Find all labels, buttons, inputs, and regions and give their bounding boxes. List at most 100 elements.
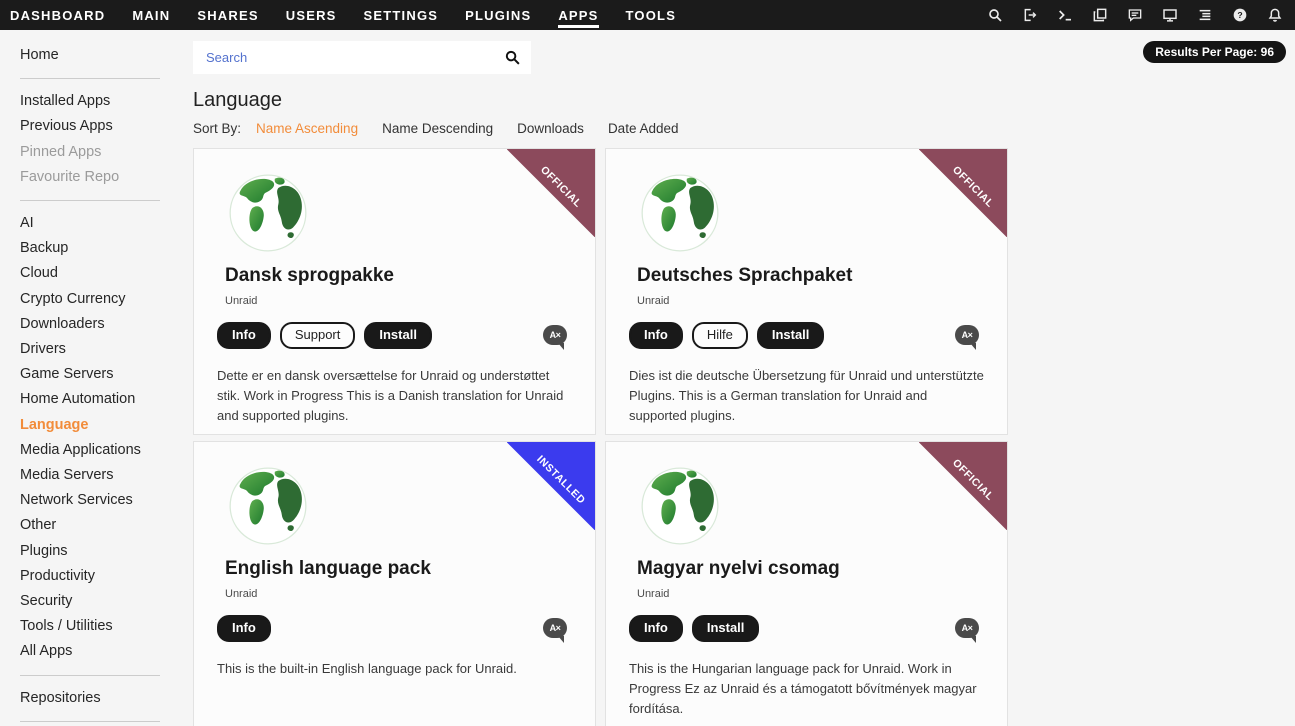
app-title: Dansk sprogpakke [225, 265, 571, 287]
sidebar-item-installed-apps[interactable]: Installed Apps [20, 89, 180, 114]
app-card: OFFICIAL Deutsches Sprachpaket Unraid Info H… [605, 148, 1008, 435]
sidebar-item-all-apps[interactable]: All Apps [20, 639, 180, 664]
monitor-icon[interactable] [1162, 7, 1178, 23]
app-actions: Info Hilfe Install A× [629, 322, 983, 349]
sidebar-item-other[interactable]: Other [20, 513, 180, 538]
nav-item-main[interactable]: MAIN [132, 0, 170, 30]
app-actions: Info Support Install A× [217, 322, 571, 349]
sort-name-descending[interactable]: Name Descending [382, 121, 493, 136]
sort-name-ascending[interactable]: Name Ascending [256, 121, 358, 136]
app-description: Dette er en dansk oversættelse for Unrai… [217, 366, 575, 426]
sidebar-divider [20, 721, 160, 722]
sidebar-item-backup[interactable]: Backup [20, 236, 180, 261]
app-author: Unraid [637, 588, 983, 600]
install-button[interactable]: Install [364, 322, 432, 349]
info-button[interactable]: Info [217, 322, 271, 349]
sort-by-label: Sort By: [193, 121, 241, 136]
app-title: Magyar nyelvi csomag [637, 558, 983, 580]
notifications-icon[interactable] [1267, 7, 1283, 23]
search-icon[interactable] [504, 49, 521, 66]
ribbon-label: OFFICIAL [925, 148, 1008, 235]
ribbon-label: OFFICIAL [925, 441, 1008, 528]
globe-icon[interactable] [225, 170, 311, 256]
nav-item-tools[interactable]: TOOLS [626, 0, 677, 30]
nav-item-plugins[interactable]: PLUGINS [465, 0, 531, 30]
sign-out-icon[interactable] [1022, 7, 1038, 23]
help-icon[interactable]: ? [1232, 7, 1248, 23]
sidebar-item-ai[interactable]: AI [20, 211, 180, 236]
ribbon-official: OFFICIAL [919, 149, 1007, 237]
sidebar-item-game-servers[interactable]: Game Servers [20, 362, 180, 387]
app-author: Unraid [225, 295, 571, 307]
sort-bar: Sort By: Name Ascending Name Descending Do… [193, 121, 1295, 136]
sidebar-item-language[interactable]: Language [20, 413, 180, 438]
hilfe-button[interactable]: Hilfe [692, 322, 748, 349]
sidebar-item-repositories[interactable]: Repositories [20, 686, 180, 711]
app-card: OFFICIAL Magyar nyelvi csomag Unraid Info In… [605, 441, 1008, 726]
app-title: English language pack [225, 558, 571, 580]
nav-item-users[interactable]: USERS [286, 0, 337, 30]
translate-icon: A× [543, 618, 567, 638]
sidebar-item-downloaders[interactable]: Downloaders [20, 312, 180, 337]
info-button[interactable]: Info [629, 322, 683, 349]
sort-date-added[interactable]: Date Added [608, 121, 679, 136]
nav-item-apps[interactable]: APPS [558, 0, 598, 30]
sidebar-item-cloud[interactable]: Cloud [20, 261, 180, 286]
sort-downloads[interactable]: Downloads [517, 121, 584, 136]
info-button[interactable]: Info [217, 615, 271, 642]
feedback-icon[interactable] [1127, 7, 1143, 23]
sidebar-item-tools-utilities[interactable]: Tools / Utilities [20, 614, 180, 639]
sidebar-item-security[interactable]: Security [20, 589, 180, 614]
sidebar-item-plugins[interactable]: Plugins [20, 539, 180, 564]
app-description: Dies ist die deutsche Übersetzung für Un… [629, 366, 987, 426]
app-actions: Info A× [217, 615, 571, 642]
terminal-icon[interactable] [1057, 7, 1073, 23]
ribbon-official: OFFICIAL [919, 442, 1007, 530]
ribbon-installed: INSTALLED [507, 442, 595, 530]
sidebar-item-network-services[interactable]: Network Services [20, 488, 180, 513]
copy-icon[interactable] [1092, 7, 1108, 23]
sidebar-item-drivers[interactable]: Drivers [20, 337, 180, 362]
search-input[interactable] [193, 41, 531, 74]
app-actions: InfoInstallA× [629, 615, 983, 642]
install-button[interactable]: Install [692, 615, 760, 642]
log-icon[interactable] [1197, 7, 1213, 23]
app-title: Deutsches Sprachpaket [637, 265, 983, 287]
nav-item-settings[interactable]: SETTINGS [364, 0, 439, 30]
info-button[interactable]: Info [629, 615, 683, 642]
ribbon-official: OFFICIAL [507, 149, 595, 237]
sidebar-item-home-automation[interactable]: Home Automation [20, 387, 180, 412]
results-per-page-label: Results Per Page: [1155, 45, 1257, 59]
search-icon[interactable] [987, 7, 1003, 23]
sidebar: Home Installed AppsPrevious AppsPinned Ap… [0, 30, 180, 726]
page-title: Language [193, 89, 1295, 112]
sidebar-item-media-servers[interactable]: Media Servers [20, 463, 180, 488]
nav-item-dashboard[interactable]: DASHBOARD [10, 0, 105, 30]
app-card: OFFICIAL Dansk sprogpakke Unraid Info Suppor… [193, 148, 596, 435]
nav-item-shares[interactable]: SHARES [197, 0, 258, 30]
nav-icon-bar: ? [987, 0, 1283, 30]
top-nav: DASHBOARD MAIN SHARES USERS SETTINGS PLUGINS A… [0, 0, 1295, 30]
sidebar-divider [20, 200, 160, 201]
globe-icon[interactable] [225, 463, 311, 549]
results-per-page-badge[interactable]: Results Per Page: 96 [1143, 41, 1286, 63]
app-description: This is the built-in English language pa… [217, 659, 575, 679]
sidebar-item-previous-apps[interactable]: Previous Apps [20, 114, 180, 139]
install-button[interactable]: Install [757, 322, 825, 349]
sidebar-item-productivity[interactable]: Productivity [20, 564, 180, 589]
globe-icon[interactable] [637, 463, 723, 549]
svg-text:?: ? [1237, 10, 1242, 20]
app-description: This is the Hungarian language pack for … [629, 659, 987, 719]
support-button[interactable]: Support [280, 322, 356, 349]
sidebar-item-favourite-repo: Favourite Repo [20, 165, 180, 190]
globe-icon[interactable] [637, 170, 723, 256]
app-grid: OFFICIAL Dansk sprogpakke Unraid Info Suppor… [193, 148, 1295, 726]
app-author: Unraid [637, 295, 983, 307]
translate-icon: A× [543, 325, 567, 345]
sidebar-item-home[interactable]: Home [20, 43, 180, 68]
sidebar-item-media-applications[interactable]: Media Applications [20, 438, 180, 463]
sidebar-item-crypto-currency[interactable]: Crypto Currency [20, 287, 180, 312]
translate-icon: A× [955, 325, 979, 345]
search-box [193, 41, 531, 74]
sidebar-item-pinned-apps: Pinned Apps [20, 140, 180, 165]
